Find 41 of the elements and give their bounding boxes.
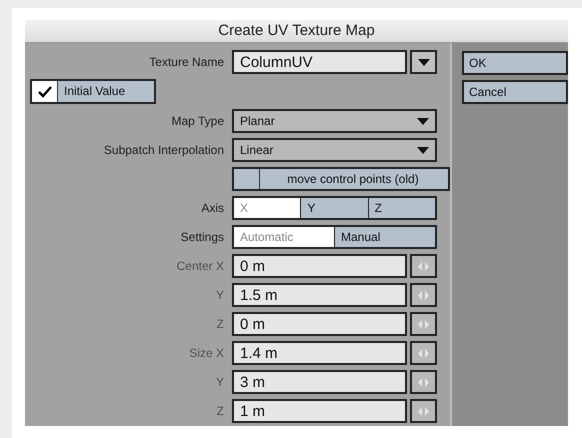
texture-name-field[interactable]: ColumnUV <box>232 50 407 74</box>
dropdown-arrow-icon <box>417 118 429 124</box>
segment-button[interactable]: Automatic <box>234 227 334 247</box>
segment-button[interactable]: Z <box>368 198 435 218</box>
dropdown[interactable]: Linear <box>232 138 437 162</box>
stepper-button[interactable] <box>410 254 437 278</box>
stepper-button[interactable] <box>410 341 437 365</box>
field-label: Y <box>216 288 224 302</box>
dropdown[interactable]: Planar <box>232 109 437 133</box>
dropdown-button[interactable] <box>410 50 437 74</box>
stepper-button[interactable] <box>410 399 437 423</box>
dropdown-arrow-icon <box>417 146 429 154</box>
field-label: Map Type <box>172 114 224 128</box>
stepper-button[interactable] <box>410 283 437 307</box>
left-right-arrows-icon <box>418 348 429 358</box>
segment-button[interactable]: X <box>234 198 300 218</box>
dialog-button[interactable]: Cancel <box>462 80 568 104</box>
field-label: Z <box>216 404 224 418</box>
segment-button[interactable]: Manual <box>335 227 435 247</box>
field-label: Y <box>216 375 224 389</box>
field-label: Center X <box>176 259 224 273</box>
dropdown-arrow-icon <box>418 58 430 66</box>
left-right-arrows-icon <box>418 262 429 270</box>
left-right-arrows-icon <box>418 378 429 386</box>
move-control-points-checkbox[interactable]: move control points (old) <box>232 167 450 191</box>
field-label: Subpatch Interpolation <box>104 143 224 157</box>
segment-button[interactable]: Y <box>301 198 368 218</box>
window-title: Create UV Texture Map <box>25 20 568 43</box>
checkmark-icon <box>38 86 52 98</box>
left-right-arrows-icon <box>418 406 429 416</box>
left-right-arrows-icon <box>418 320 429 328</box>
left-right-arrows-icon <box>418 290 429 300</box>
field-label: Texture Name <box>149 55 224 69</box>
field-label: Axis <box>201 201 224 215</box>
stepper-button[interactable] <box>410 312 437 336</box>
field-label: Z <box>216 317 224 331</box>
dialog-button[interactable]: OK <box>462 51 568 75</box>
field-label: Size X <box>189 346 224 360</box>
stepper-button[interactable] <box>410 370 437 394</box>
field-label: Settings <box>180 230 224 244</box>
initial-value-checkbox[interactable]: Initial Value <box>30 79 156 104</box>
